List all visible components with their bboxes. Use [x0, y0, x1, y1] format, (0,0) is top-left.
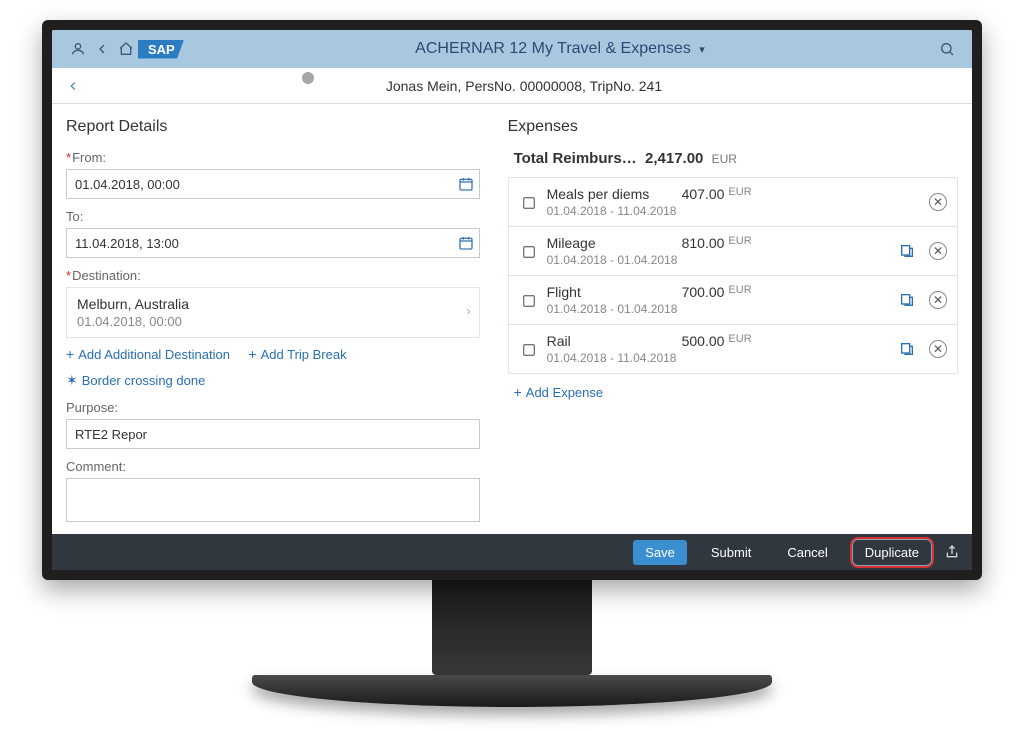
footer-bar: Save Submit Cancel Duplicate	[52, 534, 972, 570]
expense-delete-icon[interactable]: ✕	[929, 242, 947, 260]
monitor-stand-base	[252, 675, 772, 707]
expense-currency: EUR	[728, 284, 751, 300]
report-details-panel: Report Details From: To: Destination:	[52, 104, 494, 534]
destination-label: Destination:	[66, 268, 480, 283]
expense-type: Mileage	[547, 235, 682, 251]
expense-delete-icon[interactable]: ✕	[929, 340, 947, 358]
expense-detail-icon[interactable]	[899, 340, 915, 358]
expense-dates: 01.04.2018 - 11.04.2018	[547, 351, 899, 365]
total-amount: 2,417.00	[645, 150, 703, 167]
content: Report Details From: To: Destination:	[52, 104, 972, 534]
save-button[interactable]: Save	[633, 540, 687, 565]
cancel-button[interactable]: Cancel	[775, 540, 839, 565]
expense-type-icon	[519, 291, 539, 308]
monitor-stand-neck	[432, 580, 592, 675]
expenses-section-title: Expenses	[508, 118, 958, 136]
expense-row[interactable]: Flight700.00EUR 01.04.2018 - 01.04.2018 ✕	[509, 275, 957, 324]
duplicate-button[interactable]: Duplicate	[852, 539, 932, 566]
expense-type: Meals per diems	[547, 186, 682, 202]
sub-header-text: Jonas Mein, PersNo. 00000008, TripNo. 24…	[90, 78, 958, 94]
comment-label: Comment:	[66, 459, 480, 474]
expense-amount: 500.00	[682, 333, 725, 349]
expense-amount: 810.00	[682, 235, 725, 251]
sub-header: Jonas Mein, PersNo. 00000008, TripNo. 24…	[52, 68, 972, 104]
expense-row[interactable]: Meals per diems407.00EUR 01.04.2018 - 11.…	[509, 178, 957, 226]
add-trip-break-label: Add Trip Break	[261, 347, 347, 362]
submit-button[interactable]: Submit	[699, 540, 763, 565]
search-icon[interactable]	[936, 40, 958, 58]
expense-list: Meals per diems407.00EUR01.04.2018 - 11.…	[508, 177, 958, 374]
border-crossing-link[interactable]: ✶ Border crossing done	[66, 372, 205, 389]
expense-currency: EUR	[728, 235, 751, 251]
to-label: To:	[66, 209, 480, 224]
add-expense-link[interactable]: + Add Expense	[514, 384, 604, 400]
add-destination-label: Add Additional Destination	[78, 347, 230, 362]
home-icon[interactable]	[114, 40, 138, 58]
status-dot	[302, 72, 314, 84]
expense-dates: 01.04.2018 - 11.04.2018	[547, 204, 929, 218]
shell-title-text: ACHERNAR 12 My Travel & Expenses	[415, 40, 691, 57]
shell-header: SAP ACHERNAR 12 My Travel & Expenses ▾	[52, 30, 972, 68]
expense-dates: 01.04.2018 - 01.04.2018	[547, 302, 899, 316]
comment-input[interactable]	[66, 478, 480, 522]
chevron-right-icon: ›	[467, 304, 471, 318]
add-destination-link[interactable]: + Add Additional Destination	[66, 346, 230, 362]
expense-amount: 407.00	[682, 186, 725, 202]
expense-detail-icon[interactable]	[899, 291, 915, 309]
calendar-icon[interactable]	[458, 234, 474, 251]
plus-icon: +	[514, 384, 522, 400]
to-input[interactable]	[66, 228, 480, 258]
expense-type-icon	[519, 340, 539, 357]
total-row: Total Reimburs… 2,417.00 EUR	[514, 150, 958, 167]
expense-type: Flight	[547, 284, 682, 300]
share-icon[interactable]	[944, 543, 960, 561]
expenses-panel: Expenses Total Reimburs… 2,417.00 EUR Me…	[494, 104, 972, 534]
from-input[interactable]	[66, 169, 480, 199]
expense-dates: 01.04.2018 - 01.04.2018	[547, 253, 899, 267]
monitor-frame: SAP ACHERNAR 12 My Travel & Expenses ▾ J…	[42, 20, 982, 580]
from-label: From:	[66, 150, 480, 165]
shell-title[interactable]: ACHERNAR 12 My Travel & Expenses ▾	[184, 40, 936, 58]
sap-logo: SAP	[138, 40, 184, 59]
plus-icon: +	[248, 346, 256, 362]
border-crossing-label: Border crossing done	[82, 373, 206, 388]
expense-currency: EUR	[728, 333, 751, 349]
nav-back-icon[interactable]	[66, 74, 80, 97]
expense-type-icon	[519, 193, 539, 210]
expense-row[interactable]: Rail500.00EUR 01.04.2018 - 11.04.2018 ✕	[509, 324, 957, 373]
expense-currency: EUR	[728, 186, 751, 202]
purpose-label: Purpose:	[66, 400, 480, 415]
add-trip-break-link[interactable]: + Add Trip Break	[248, 346, 346, 362]
user-icon[interactable]	[66, 40, 90, 58]
destination-date: 01.04.2018, 00:00	[77, 314, 449, 329]
plus-icon: +	[66, 346, 74, 362]
expense-amount: 700.00	[682, 284, 725, 300]
add-expense-label: Add Expense	[526, 385, 603, 400]
expense-detail-icon[interactable]	[899, 242, 915, 260]
destination-name: Melburn, Australia	[77, 296, 449, 312]
expense-row[interactable]: Mileage810.00EUR 01.04.2018 - 01.04.2018 ✕	[509, 226, 957, 275]
expense-delete-icon[interactable]: ✕	[929, 193, 947, 211]
back-icon[interactable]	[90, 40, 114, 58]
destination-row[interactable]: Melburn, Australia 01.04.2018, 00:00 ›	[66, 287, 480, 338]
purpose-input[interactable]	[66, 419, 480, 449]
total-label: Total Reimburs…	[514, 150, 637, 167]
screen: SAP ACHERNAR 12 My Travel & Expenses ▾ J…	[52, 30, 972, 570]
calendar-icon[interactable]	[458, 175, 474, 192]
report-section-title: Report Details	[66, 118, 480, 136]
total-currency: EUR	[712, 152, 737, 166]
expense-type: Rail	[547, 333, 682, 349]
expense-type-icon	[519, 242, 539, 259]
chevron-down-icon: ▾	[699, 44, 705, 56]
expense-delete-icon[interactable]: ✕	[929, 291, 947, 309]
crossing-icon: ✶	[66, 372, 78, 389]
